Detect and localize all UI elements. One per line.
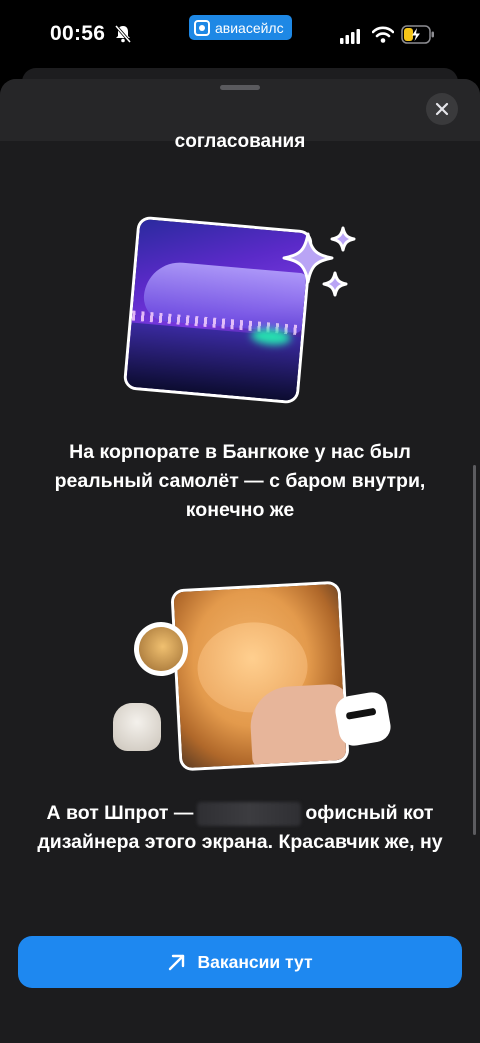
close-icon	[435, 102, 449, 116]
bell-slash-icon	[114, 25, 132, 43]
sheet-grabber[interactable]	[220, 85, 260, 90]
sparkle-icon	[282, 226, 356, 297]
vacancies-button-label: Вакансии тут	[197, 951, 313, 972]
cat-shprot-photo	[173, 583, 347, 769]
sunglasses-cat-sticker	[333, 689, 393, 749]
status-time: 00:56	[50, 22, 106, 45]
wifi-icon	[372, 26, 394, 43]
bottom-sheet: согласования На корпорате в Бангкоке у н…	[0, 79, 480, 1043]
redacted-text	[197, 801, 302, 826]
petting-hand	[248, 683, 347, 769]
aviasales-logo-icon	[194, 19, 210, 36]
signal-icon	[340, 29, 360, 44]
story-caption-bangkok: На корпорате в Бангкоке у нас был реальн…	[54, 441, 426, 521]
scrollbar-thumb[interactable]	[473, 465, 476, 835]
app-return-label: авиасейлс	[215, 19, 284, 36]
arrow-up-right-icon	[169, 954, 185, 971]
vacancies-button[interactable]: Вакансии тут	[18, 936, 462, 988]
app-return-pill[interactable]: авиасейлс	[189, 15, 292, 40]
kitten-sticker	[113, 703, 161, 751]
partial-heading: согласования	[174, 131, 306, 152]
caption-part-before: А вот Шпрот —	[46, 802, 194, 824]
story-caption-shprot: А вот Шпрот — офисный кот дизайнера этого…	[30, 799, 450, 857]
status-bar: 00:56 авиасейлс	[0, 0, 480, 70]
close-button[interactable]	[426, 93, 458, 125]
battery-charging-icon	[401, 25, 434, 44]
